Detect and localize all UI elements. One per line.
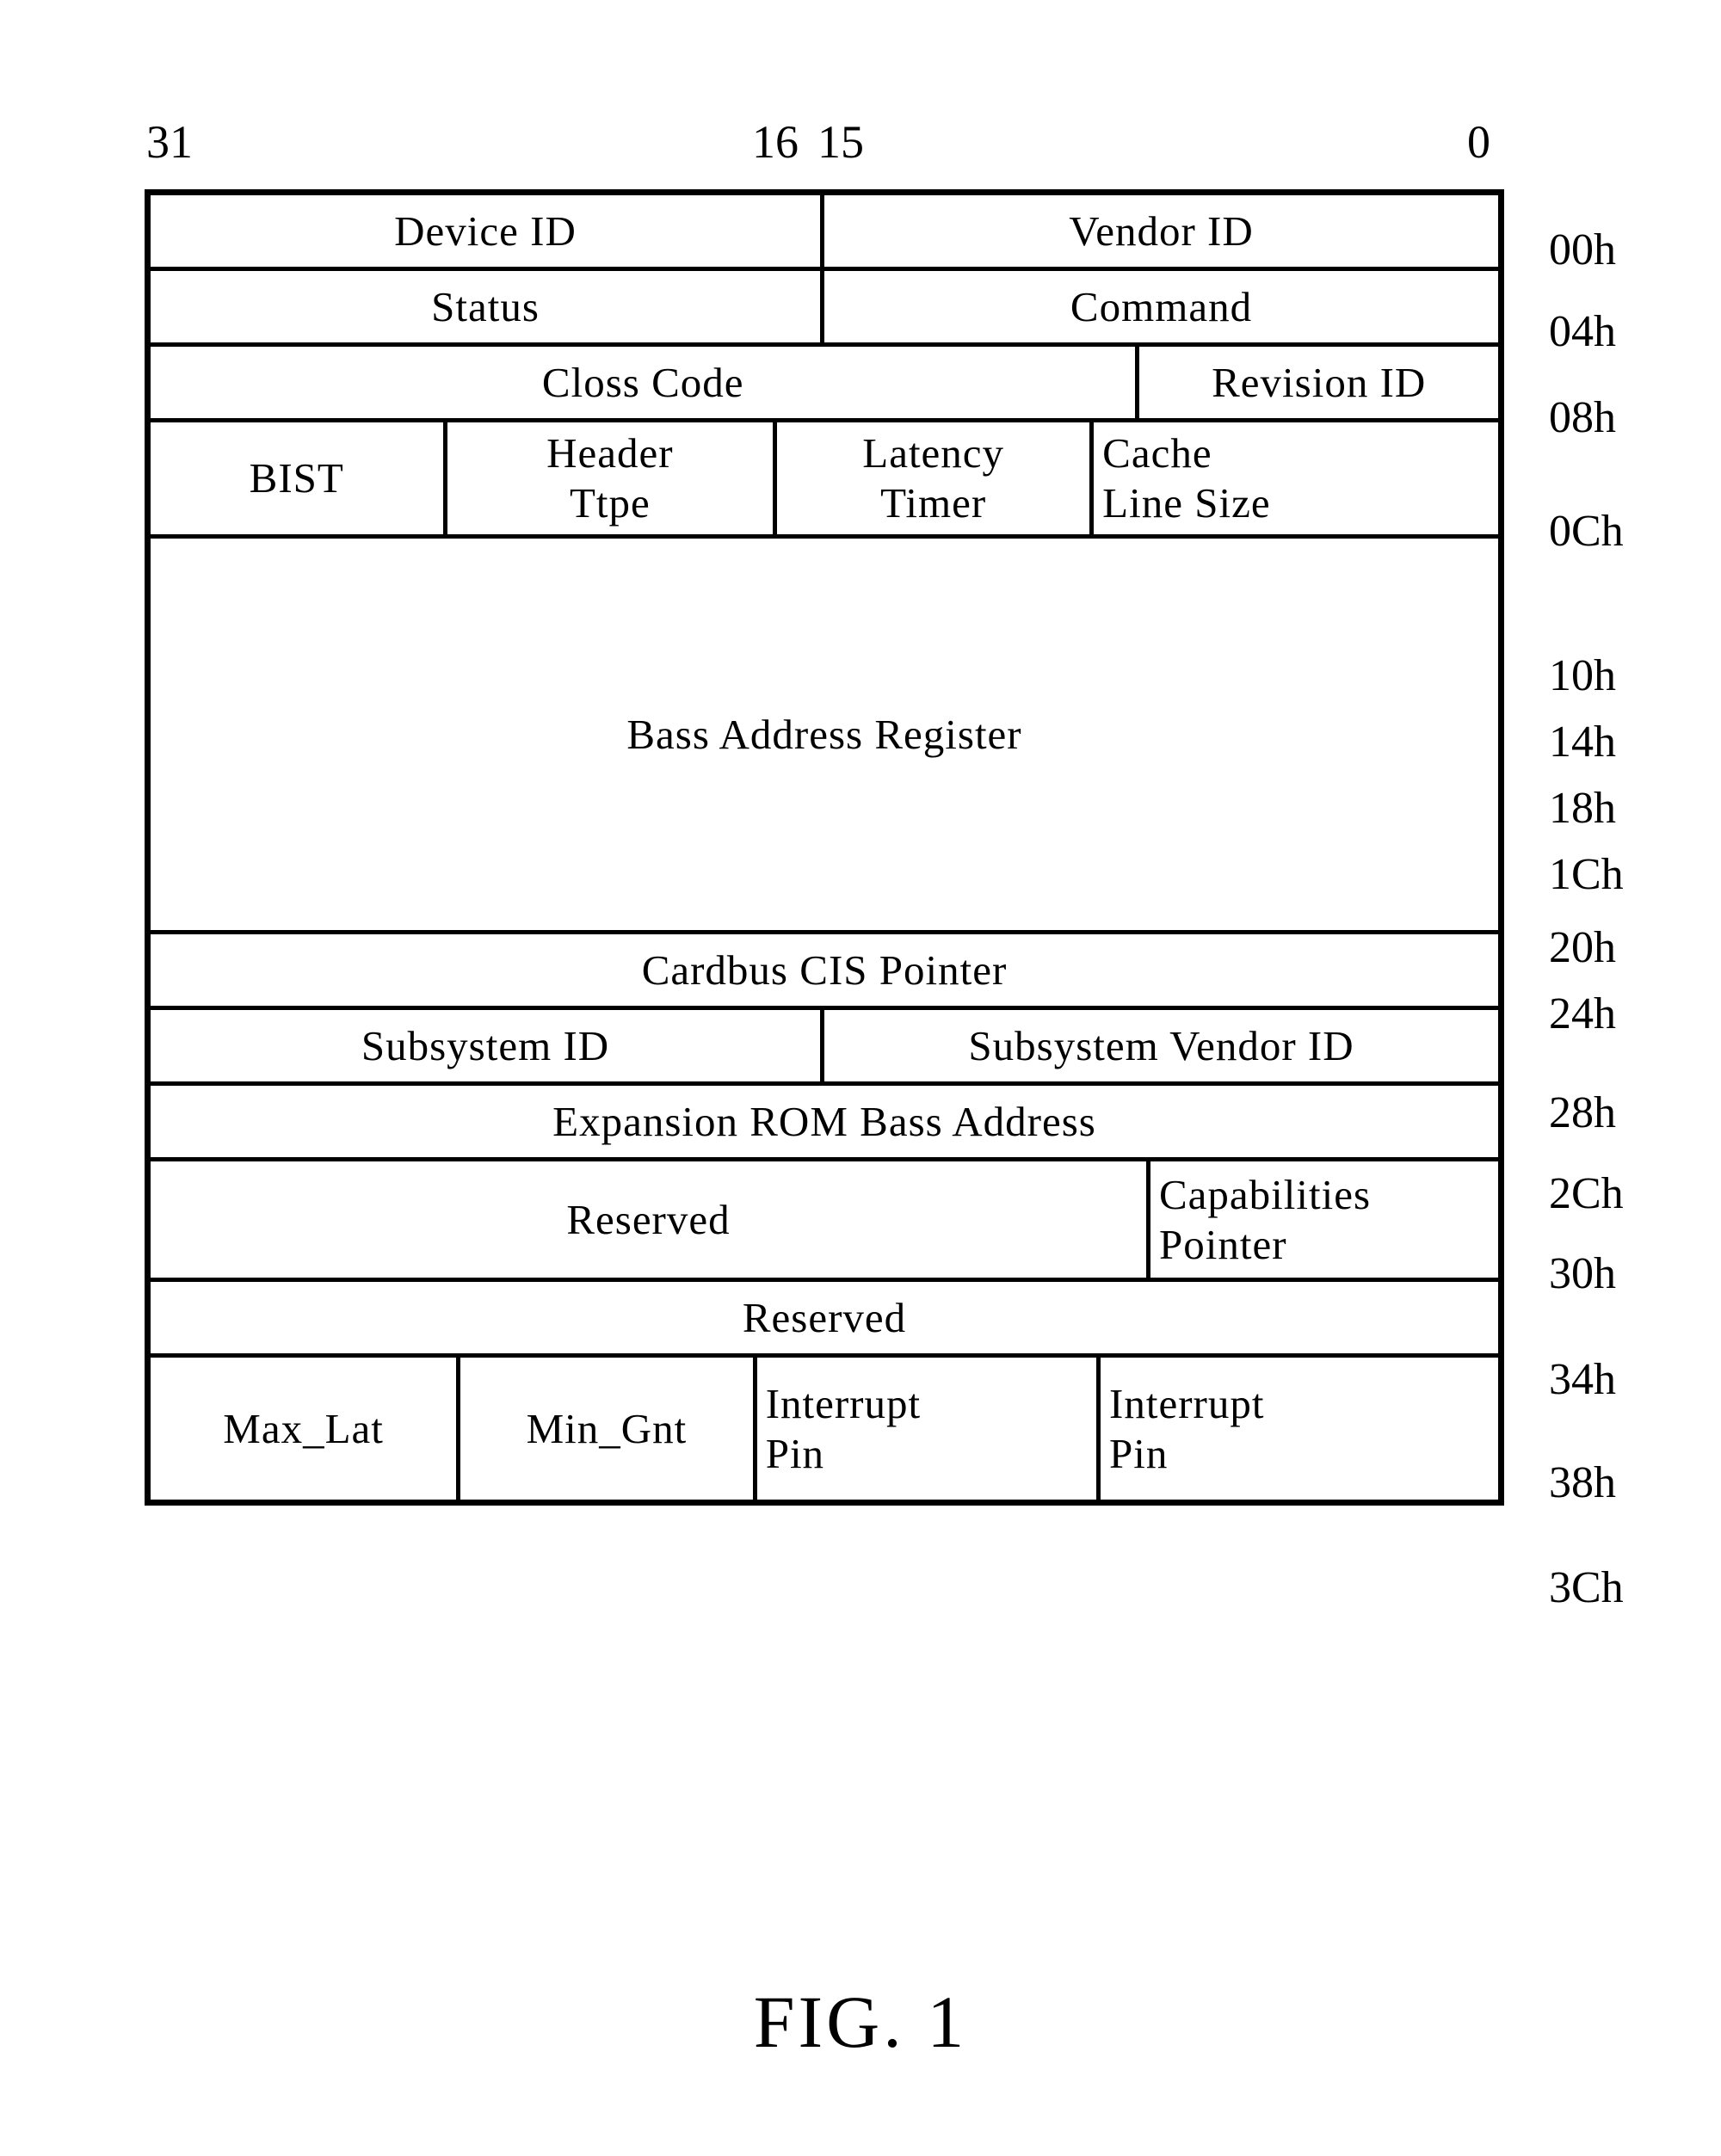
field-bist: BIST bbox=[151, 422, 447, 534]
offset-label-1ch: 1Ch bbox=[1549, 850, 1624, 899]
field-expansion-rom-base-address: Expansion ROM Bass Address bbox=[552, 1097, 1096, 1145]
field-header-type-line2: Ttpe bbox=[569, 479, 651, 527]
table-row-04h: Status Command bbox=[151, 271, 1498, 347]
field-header-type: Header Ttpe bbox=[447, 422, 778, 534]
field-interrupt-pin-2: Interrupt Pin bbox=[1101, 1358, 1498, 1500]
table-row-34h: Reserved Capabilities Pointer bbox=[151, 1161, 1498, 1282]
table-row-base-address-register: Bass Address Register bbox=[151, 539, 1498, 934]
field-interrupt-pin-1: Interrupt Pin bbox=[757, 1358, 1101, 1500]
figure-caption: FIG. 1 bbox=[753, 1980, 968, 2063]
field-interrupt-pin-1-line1: Interrupt bbox=[765, 1379, 922, 1427]
field-min-gnt: Min_Gnt bbox=[460, 1358, 757, 1500]
config-space-table: Device ID Vendor ID Status Command Closs… bbox=[145, 189, 1504, 1506]
field-latency-timer-line2: Timer bbox=[880, 479, 987, 527]
offset-label-38h: 38h bbox=[1549, 1458, 1616, 1507]
field-cache-line-size-line2: Line Size bbox=[1102, 479, 1271, 527]
offset-label-34h: 34h bbox=[1549, 1355, 1616, 1404]
field-interrupt-pin-1-line2: Pin bbox=[765, 1429, 825, 1477]
field-max-lat: Max_Lat bbox=[151, 1358, 461, 1500]
offset-label-3ch: 3Ch bbox=[1549, 1563, 1624, 1612]
field-base-address-register: Bass Address Register bbox=[626, 710, 1022, 758]
field-vendor-id: Vendor ID bbox=[1069, 206, 1254, 255]
bit-position-ruler: 31 16 15 0 bbox=[138, 112, 1514, 165]
offset-label-14h: 14h bbox=[1549, 718, 1616, 767]
field-status: Status bbox=[151, 271, 824, 342]
offset-label-20h: 20h bbox=[1549, 923, 1616, 972]
offset-label-04h: 04h bbox=[1549, 307, 1616, 356]
table-row-00h: Device ID Vendor ID bbox=[151, 195, 1498, 271]
offset-label-18h: 18h bbox=[1549, 784, 1616, 833]
field-capabilities-pointer-line1: Capabilities bbox=[1158, 1170, 1372, 1218]
field-subsystem-vendor-id: Subsystem Vendor ID bbox=[968, 1021, 1354, 1069]
field-interrupt-pin-2-line2: Pin bbox=[1109, 1429, 1169, 1477]
field-cache-line-size-line1: Cache bbox=[1102, 429, 1212, 477]
bit-label-16: 16 bbox=[752, 116, 799, 168]
offset-label-2ch: 2Ch bbox=[1549, 1169, 1624, 1218]
field-reserved-38h: Reserved bbox=[742, 1293, 907, 1341]
table-row-3ch: Max_Lat Min_Gnt Interrupt Pin Interrupt … bbox=[151, 1358, 1498, 1500]
field-reserved-34h: Reserved bbox=[151, 1161, 1150, 1278]
field-cache-line-size: Cache Line Size bbox=[1094, 422, 1498, 534]
offset-label-28h: 28h bbox=[1549, 1088, 1616, 1137]
field-latency-timer-line1: Latency bbox=[862, 429, 1005, 477]
pci-config-header-figure: 31 16 15 0 Device ID Vendor ID Status Co… bbox=[0, 0, 1721, 2156]
table-row-38h: Reserved bbox=[151, 1282, 1498, 1358]
field-device-id: Device ID bbox=[151, 195, 824, 267]
offset-label-08h: 08h bbox=[1549, 393, 1616, 442]
field-header-type-line1: Header bbox=[546, 429, 674, 477]
table-row-2ch: Subsystem ID Subsystem Vendor ID bbox=[151, 1010, 1498, 1086]
field-interrupt-pin-2-line1: Interrupt bbox=[1109, 1379, 1265, 1427]
field-capabilities-pointer-line2: Pointer bbox=[1158, 1220, 1287, 1268]
offset-label-10h: 10h bbox=[1549, 651, 1616, 700]
bit-label-0: 0 bbox=[1467, 116, 1490, 168]
table-row-0ch: BIST Header Ttpe Latency Timer Cache Lin… bbox=[151, 422, 1498, 539]
bit-label-15: 15 bbox=[817, 116, 864, 168]
field-subsystem-id: Subsystem ID bbox=[151, 1010, 824, 1081]
offset-label-30h: 30h bbox=[1549, 1249, 1616, 1298]
table-row-28h: Cardbus CIS Pointer bbox=[151, 934, 1498, 1010]
offset-label-24h: 24h bbox=[1549, 989, 1616, 1038]
table-row-08h: Closs Code Revision ID bbox=[151, 347, 1498, 422]
bit-label-31: 31 bbox=[146, 116, 193, 168]
field-revision-id: Revision ID bbox=[1212, 358, 1427, 406]
table-row-30h: Expansion ROM Bass Address bbox=[151, 1086, 1498, 1161]
field-command: Command bbox=[1070, 282, 1253, 330]
field-latency-timer: Latency Timer bbox=[777, 422, 1095, 534]
field-cardbus-cis-pointer: Cardbus CIS Pointer bbox=[641, 946, 1008, 994]
offset-label-0ch: 0Ch bbox=[1549, 507, 1624, 556]
offset-label-00h: 00h bbox=[1549, 225, 1616, 274]
field-capabilities-pointer: Capabilities Pointer bbox=[1150, 1161, 1498, 1278]
field-class-code: Closs Code bbox=[151, 347, 1140, 418]
